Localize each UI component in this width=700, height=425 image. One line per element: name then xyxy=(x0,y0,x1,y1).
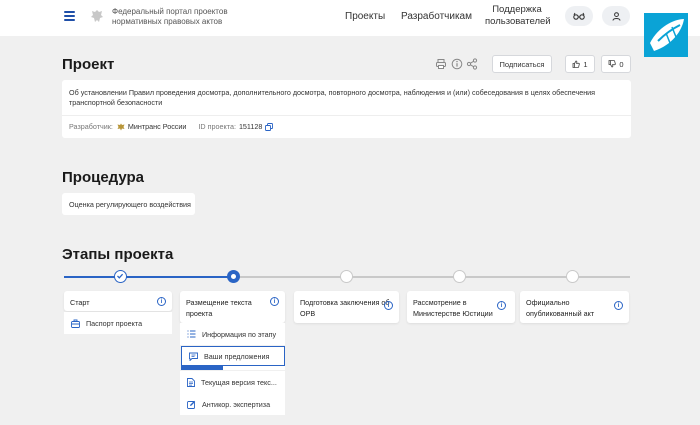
progress-track-done xyxy=(64,276,233,278)
stage-card-current[interactable]: Размещение текста проекта i xyxy=(180,291,285,323)
project-meta: Разработчик: Минтранс России ID проекта:… xyxy=(69,122,274,131)
glasses-icon xyxy=(573,12,585,20)
stage-sub-item[interactable]: Текущая версия текс... xyxy=(180,371,285,393)
developer-label: Разработчик: xyxy=(69,122,113,131)
info-icon[interactable]: i xyxy=(384,301,393,310)
top-header: Федеральный портал проектов нормативных … xyxy=(0,0,700,36)
stage-sub-item[interactable]: Паспорт проекта xyxy=(64,312,172,334)
stage-node-pending xyxy=(566,270,579,283)
project-card: Об установлении Правил проведения досмот… xyxy=(62,80,631,138)
procedure-value: Оценка регулирующего воздействия xyxy=(62,193,195,215)
stage-sub-label: Информация по этапу xyxy=(202,329,277,339)
project-id-value: 151128 xyxy=(238,122,263,131)
stage-label: Размещение текста проекта xyxy=(186,298,252,318)
suggestions-progress xyxy=(181,366,285,370)
suggestions-progress-fill xyxy=(181,366,223,370)
stage-card-published[interactable]: Официально опубликованный акт i xyxy=(520,291,629,323)
project-title: Проект xyxy=(62,56,115,73)
info-icon[interactable]: i xyxy=(497,301,506,310)
info-icon[interactable]: i xyxy=(614,301,623,310)
stage-sub-item[interactable]: Антикор. экспертиза xyxy=(180,393,285,415)
stage-sub-item[interactable]: Информация по этапу xyxy=(180,323,285,345)
info-icon[interactable]: i xyxy=(157,297,166,306)
emblem-icon xyxy=(91,10,103,22)
stage-sub-label: Паспорт проекта xyxy=(86,318,143,328)
thumbs-down-icon xyxy=(609,60,617,68)
stage-node-current xyxy=(227,270,240,283)
dislike-button[interactable]: 0 xyxy=(601,55,631,73)
stages-title: Этапы проекта xyxy=(62,246,174,263)
document-icon xyxy=(187,377,195,387)
subscribe-button[interactable]: Подписаться xyxy=(492,55,552,73)
stage-card-justice[interactable]: Рассмотрение в Министерстве Юстиции i xyxy=(407,291,515,323)
divider xyxy=(62,115,631,116)
corner-logo xyxy=(644,13,688,57)
stage-sub-label: Антикор. экспертиза xyxy=(202,399,271,409)
portal-title[interactable]: Федеральный портал проектов нормативных … xyxy=(112,7,272,27)
nav-support[interactable]: Поддержка пользователей xyxy=(485,4,551,28)
copy-icon[interactable] xyxy=(265,122,274,131)
fish-logo-icon xyxy=(650,19,684,51)
accessibility-button[interactable] xyxy=(565,6,593,26)
share-icon[interactable] xyxy=(466,58,478,70)
like-count: 1 xyxy=(583,59,588,69)
profile-button[interactable] xyxy=(602,6,630,26)
user-icon xyxy=(612,11,620,21)
nav-developers[interactable]: Разработчикам xyxy=(401,11,472,22)
stage-node-done xyxy=(114,270,127,283)
project-description: Об установлении Правил проведения досмот… xyxy=(69,88,596,107)
check-icon xyxy=(117,273,124,279)
stage-sub-item-active[interactable]: Ваши предложения xyxy=(181,346,285,366)
like-button[interactable]: 1 xyxy=(565,55,595,73)
stage-label: Подготовка заключения об ОРВ xyxy=(300,298,390,318)
menu-icon[interactable] xyxy=(64,11,75,21)
project-id-label: ID проекта: xyxy=(198,122,236,131)
stage-sub-label: Текущая версия текс... xyxy=(201,377,277,387)
dislike-count: 0 xyxy=(619,59,624,69)
stage-label: Рассмотрение в Министерстве Юстиции xyxy=(413,298,493,318)
stage-card-orv[interactable]: Подготовка заключения об ОРВ i xyxy=(294,291,399,323)
ministry-emblem-icon xyxy=(117,123,125,130)
procedure-title: Процедура xyxy=(62,169,145,186)
stage-sub-label: Ваши предложения xyxy=(204,351,270,361)
stage-label: Официально опубликованный акт xyxy=(526,298,595,318)
info-icon[interactable]: i xyxy=(270,297,279,306)
nav-projects[interactable]: Проекты xyxy=(345,11,385,22)
edit-icon xyxy=(187,400,196,409)
info-circle-icon[interactable] xyxy=(451,58,463,70)
stage-node-pending xyxy=(340,270,353,283)
comment-icon xyxy=(189,352,198,361)
stage-card-start[interactable]: Старт i xyxy=(64,291,172,311)
developer-value[interactable]: Минтранс России xyxy=(128,122,187,131)
print-icon[interactable] xyxy=(435,58,447,70)
list-icon xyxy=(187,330,196,338)
stage-node-pending xyxy=(453,270,466,283)
passport-icon xyxy=(71,319,80,328)
thumbs-up-icon xyxy=(573,60,581,68)
stage-label: Старт xyxy=(70,298,90,307)
